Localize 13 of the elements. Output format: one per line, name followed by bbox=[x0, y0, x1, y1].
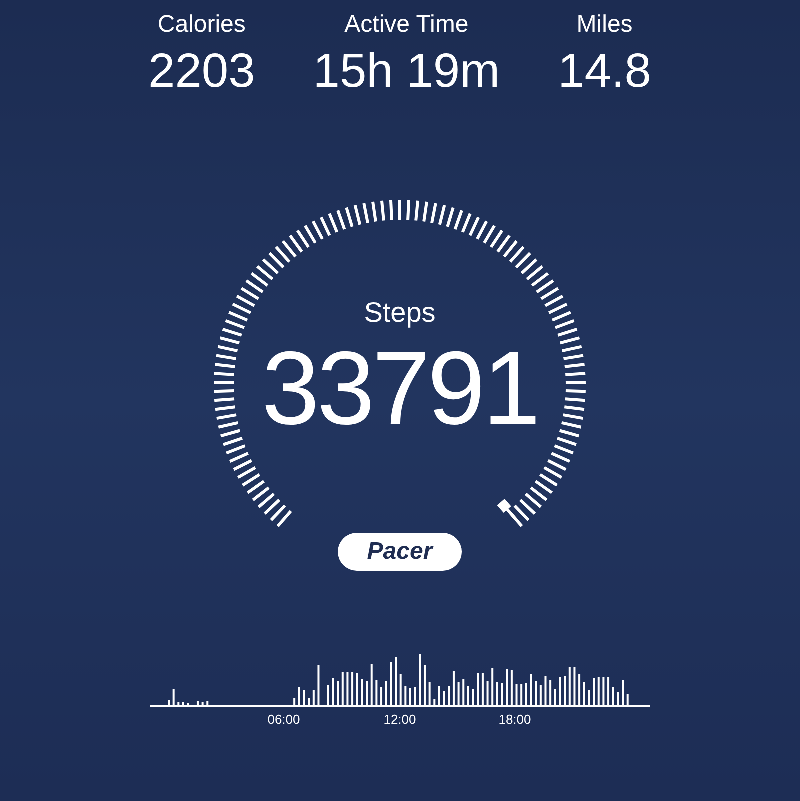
stat-label: Calories bbox=[158, 10, 246, 40]
steps-count: 33791 bbox=[262, 334, 538, 444]
stat-value: 14.8 bbox=[558, 44, 652, 100]
steps-label: Steps bbox=[364, 296, 436, 330]
stat-value: 15h 19m bbox=[313, 44, 500, 100]
gauge-marker bbox=[497, 498, 518, 522]
time-axis-label: 06:00 bbox=[268, 712, 300, 727]
stat-value: 2203 bbox=[148, 44, 256, 100]
stat-label: Active Time bbox=[344, 10, 469, 40]
time-axis-label: 12:00 bbox=[384, 712, 416, 727]
time-axis-label: 18:00 bbox=[498, 712, 532, 727]
brand-logo: Pacer bbox=[338, 533, 462, 571]
stat-label: Miles bbox=[576, 10, 633, 40]
